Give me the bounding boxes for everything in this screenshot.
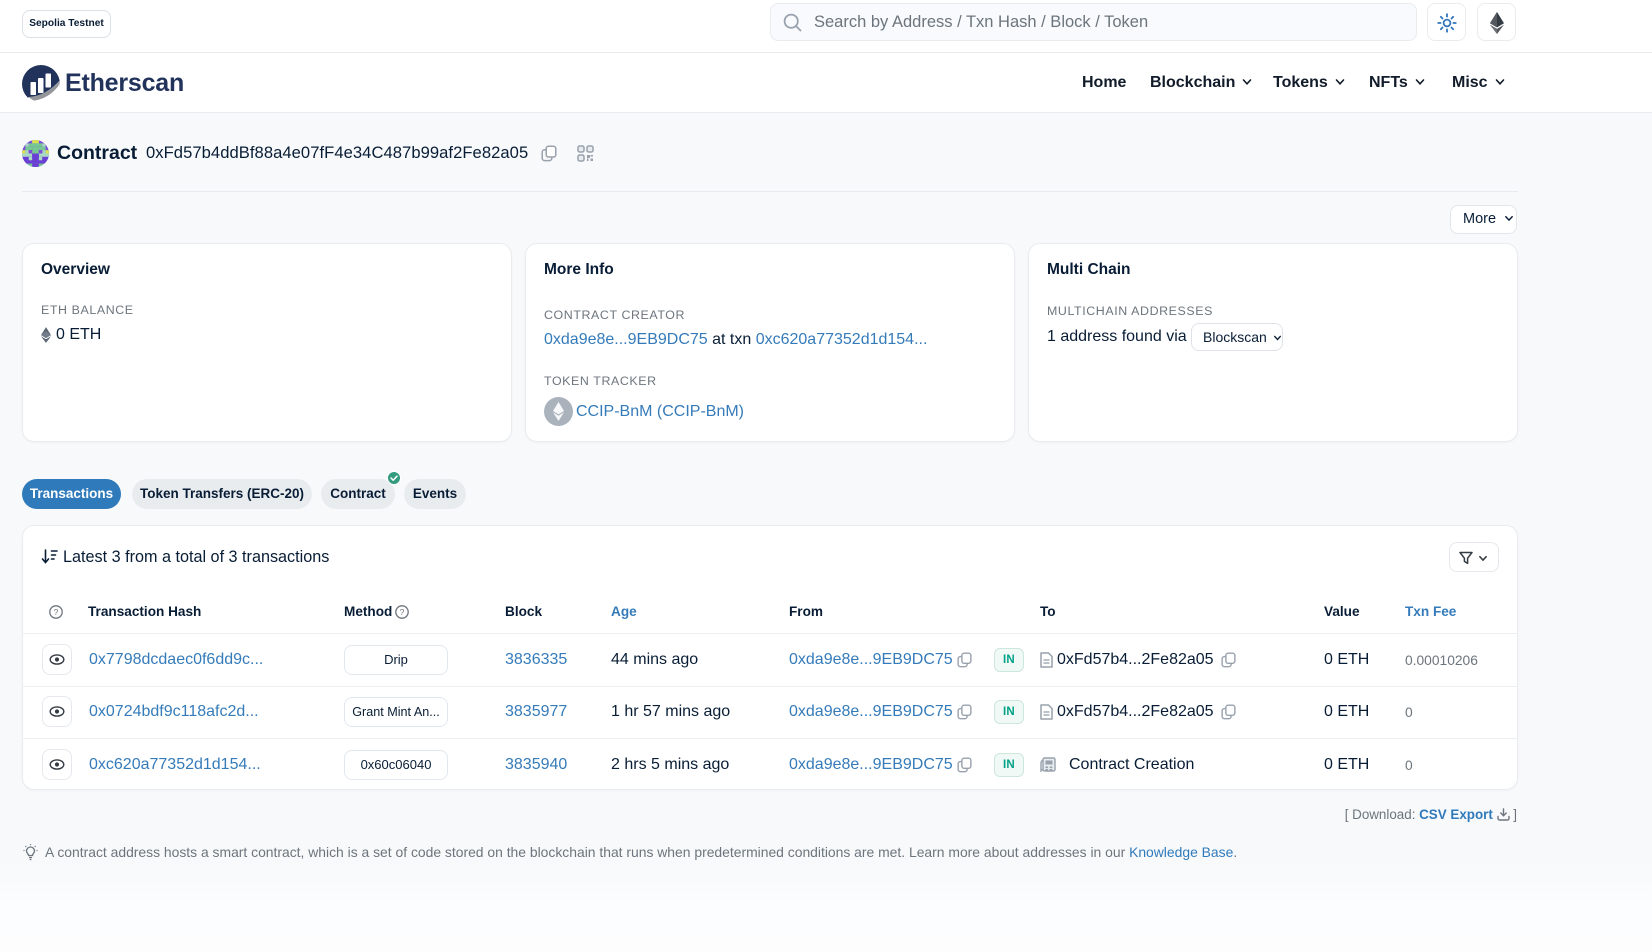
svg-text:?: ? [54, 607, 59, 617]
svg-text:?: ? [400, 607, 405, 617]
